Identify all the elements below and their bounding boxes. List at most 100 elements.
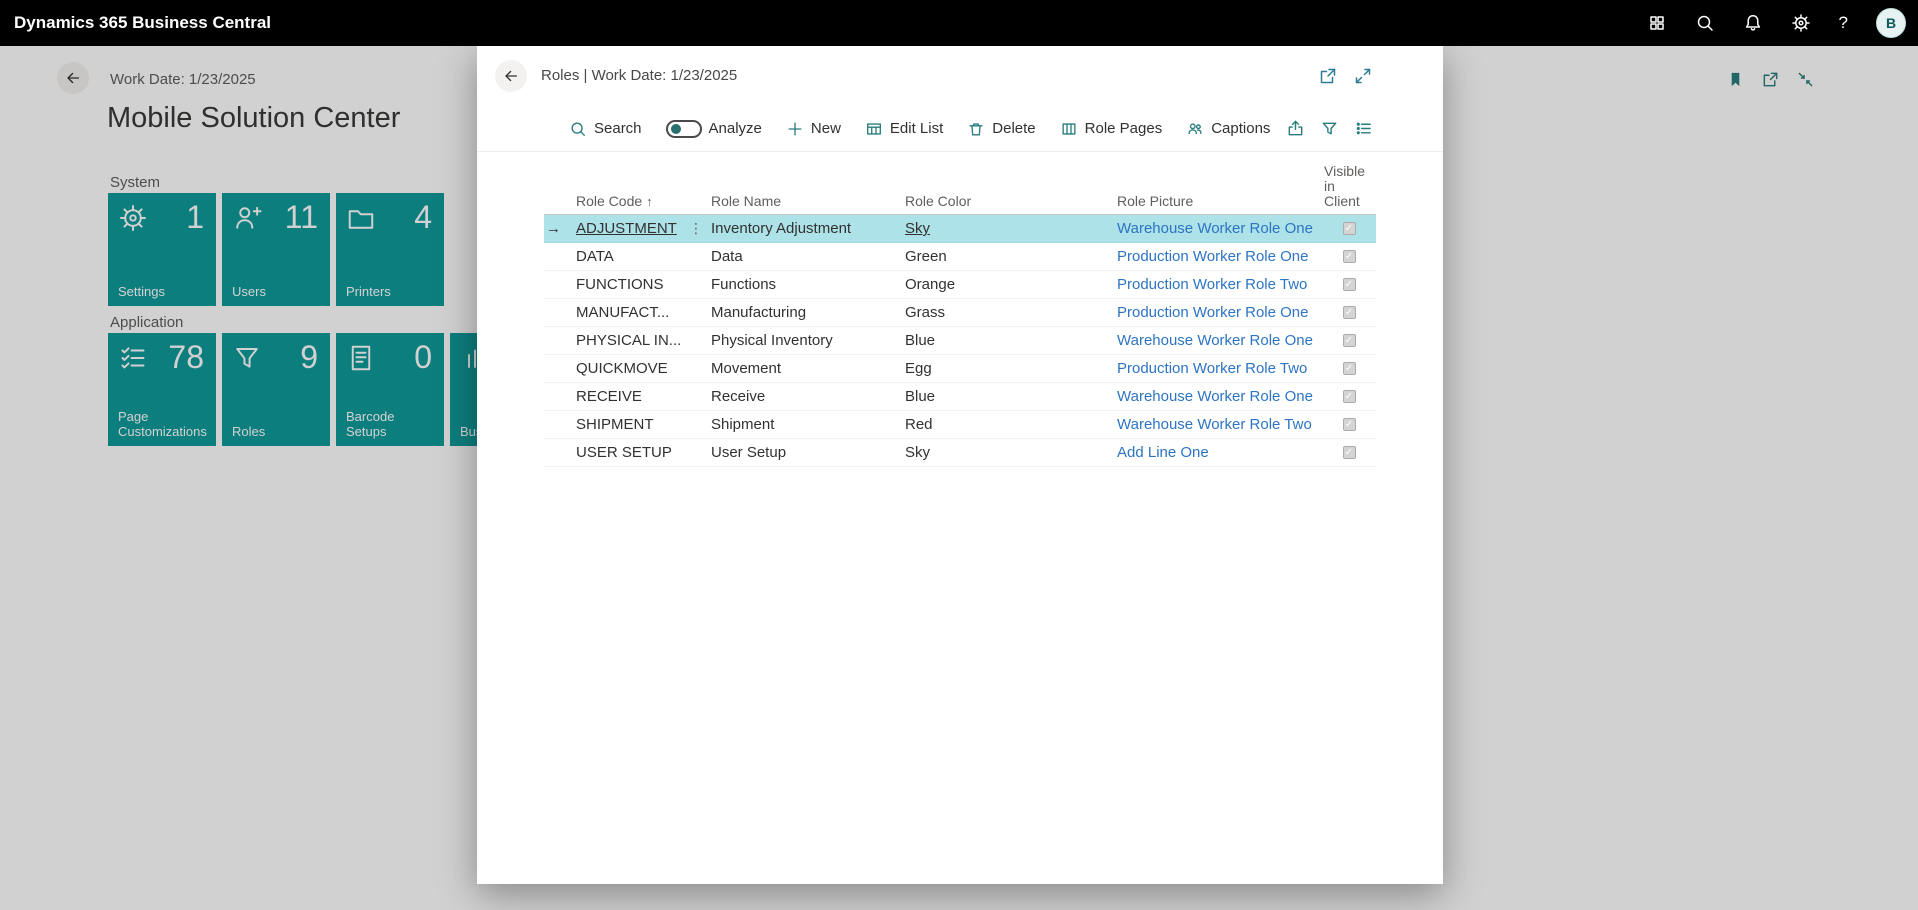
gear-icon[interactable]	[1791, 13, 1811, 33]
role-picture-link[interactable]: Warehouse Worker Role One	[1113, 215, 1322, 242]
role-code-cell[interactable]: SHIPMENT	[572, 411, 707, 438]
role-color-cell[interactable]: Blue	[901, 383, 1113, 410]
role-name-cell[interactable]: Functions	[707, 271, 901, 298]
role-name-cell[interactable]: Inventory Adjustment	[707, 215, 901, 242]
table-row[interactable]: FUNCTIONS Functions Orange Production Wo…	[544, 271, 1376, 299]
role-color-cell[interactable]: Red	[901, 411, 1113, 438]
role-code-cell[interactable]: RECEIVE	[572, 383, 707, 410]
visible-checkbox-cell: ✓	[1322, 411, 1376, 438]
edit-list-label: Edit List	[890, 120, 943, 137]
new-button[interactable]: New	[786, 120, 841, 138]
table-row[interactable]: SHIPMENT Shipment Red Warehouse Worker R…	[544, 411, 1376, 439]
header-role-code[interactable]: Role Code↑	[572, 164, 707, 214]
delete-label: Delete	[992, 120, 1035, 137]
table-header-row: Role Code↑ Role Name Role Color Role Pic…	[544, 164, 1376, 215]
role-picture-link[interactable]: Production Worker Role Two	[1113, 355, 1322, 382]
action-bar: Search Analyze New Edit List Delete	[477, 106, 1443, 152]
role-picture-link[interactable]: Production Worker Role Two	[1113, 271, 1322, 298]
table-row[interactable]: QUICKMOVE Movement Egg Production Worker…	[544, 355, 1376, 383]
role-name-cell[interactable]: User Setup	[707, 439, 901, 466]
visible-checkbox-cell: ✓	[1322, 439, 1376, 466]
visible-checkbox: ✓	[1343, 334, 1356, 347]
dialog-header-icons	[1318, 66, 1373, 86]
role-code-cell[interactable]: MANUFACT...	[572, 299, 707, 326]
open-in-new-window-icon[interactable]	[1318, 66, 1338, 86]
share-icon[interactable]	[1286, 119, 1305, 138]
role-color-cell[interactable]: Sky	[901, 439, 1113, 466]
role-picture-link[interactable]: Warehouse Worker Role One	[1113, 383, 1322, 410]
roles-table: Role Code↑ Role Name Role Color Role Pic…	[544, 164, 1376, 467]
people-icon	[1186, 120, 1204, 138]
delete-button[interactable]: Delete	[967, 120, 1035, 138]
role-name-cell[interactable]: Physical Inventory	[707, 327, 901, 354]
table-row[interactable]: → ADJUSTMENT⋮ Inventory Adjustment Sky W…	[544, 215, 1376, 243]
visible-checkbox-cell: ✓	[1322, 327, 1376, 354]
bell-icon[interactable]	[1743, 13, 1763, 33]
role-name-cell[interactable]: Movement	[707, 355, 901, 382]
header-role-name[interactable]: Role Name	[707, 164, 901, 214]
role-picture-link[interactable]: Warehouse Worker Role One	[1113, 327, 1322, 354]
role-pages-button[interactable]: Role Pages	[1060, 120, 1163, 138]
edit-list-icon	[865, 120, 883, 138]
analyze-toggle[interactable]	[666, 120, 702, 138]
trash-icon	[967, 120, 985, 138]
visible-checkbox-cell: ✓	[1322, 243, 1376, 270]
help-icon[interactable]: ?	[1839, 13, 1848, 33]
account-avatar[interactable]: B	[1876, 8, 1906, 38]
search-button[interactable]: Search	[569, 120, 642, 138]
row-selector-cell	[544, 271, 572, 298]
row-selector-cell	[544, 299, 572, 326]
row-options-icon[interactable]: ⋮	[689, 215, 703, 242]
dialog-back-button[interactable]	[495, 60, 527, 92]
role-name-cell[interactable]: Shipment	[707, 411, 901, 438]
dialog-header: Roles | Work Date: 1/23/2025	[477, 46, 1443, 106]
apps-icon[interactable]	[1647, 13, 1667, 33]
role-name-cell[interactable]: Manufacturing	[707, 299, 901, 326]
search-label: Search	[594, 120, 642, 137]
role-picture-link[interactable]: Warehouse Worker Role Two	[1113, 411, 1322, 438]
roles-dialog: Roles | Work Date: 1/23/2025 Search Anal…	[477, 46, 1443, 884]
role-name-cell[interactable]: Receive	[707, 383, 901, 410]
app-title[interactable]: Dynamics 365 Business Central	[0, 13, 271, 33]
search-icon[interactable]	[1695, 13, 1715, 33]
selected-row-arrow-icon: →	[546, 220, 561, 237]
filter-icon[interactable]	[1320, 119, 1339, 138]
role-color-cell[interactable]: Egg	[901, 355, 1113, 382]
row-selector-cell	[544, 439, 572, 466]
header-role-color[interactable]: Role Color	[901, 164, 1113, 214]
table-row[interactable]: RECEIVE Receive Blue Warehouse Worker Ro…	[544, 383, 1376, 411]
table-row[interactable]: USER SETUP User Setup Sky Add Line One ✓	[544, 439, 1376, 467]
row-selector-cell	[544, 355, 572, 382]
role-code-cell[interactable]: DATA	[572, 243, 707, 270]
role-code-cell[interactable]: PHYSICAL IN...	[572, 327, 707, 354]
new-label: New	[811, 120, 841, 137]
table-row[interactable]: MANUFACT... Manufacturing Grass Producti…	[544, 299, 1376, 327]
role-color-cell[interactable]: Sky	[901, 215, 1113, 242]
header-role-picture[interactable]: Role Picture	[1113, 164, 1322, 214]
visible-checkbox-cell: ✓	[1322, 299, 1376, 326]
role-code-cell[interactable]: FUNCTIONS	[572, 271, 707, 298]
role-code-cell[interactable]: USER SETUP	[572, 439, 707, 466]
row-selector-cell: →	[544, 215, 572, 242]
row-selector-cell	[544, 383, 572, 410]
role-picture-link[interactable]: Add Line One	[1113, 439, 1322, 466]
role-code-cell[interactable]: QUICKMOVE	[572, 355, 707, 382]
table-row[interactable]: DATA Data Green Production Worker Role O…	[544, 243, 1376, 271]
role-code-cell[interactable]: ADJUSTMENT⋮	[572, 215, 707, 242]
captions-button[interactable]: Captions	[1186, 120, 1270, 138]
visible-checkbox: ✓	[1343, 306, 1356, 319]
edit-list-button[interactable]: Edit List	[865, 120, 943, 138]
expand-icon[interactable]	[1353, 66, 1373, 86]
role-picture-link[interactable]: Production Worker Role One	[1113, 243, 1322, 270]
role-color-cell[interactable]: Grass	[901, 299, 1113, 326]
role-color-cell[interactable]: Orange	[901, 271, 1113, 298]
header-visible-in-client[interactable]: Visible in Client	[1322, 164, 1376, 214]
role-color-cell[interactable]: Blue	[901, 327, 1113, 354]
table-row[interactable]: PHYSICAL IN... Physical Inventory Blue W…	[544, 327, 1376, 355]
role-pages-label: Role Pages	[1085, 120, 1163, 137]
search-icon	[569, 120, 587, 138]
role-color-cell[interactable]: Green	[901, 243, 1113, 270]
role-picture-link[interactable]: Production Worker Role One	[1113, 299, 1322, 326]
list-view-icon[interactable]	[1354, 119, 1373, 138]
role-name-cell[interactable]: Data	[707, 243, 901, 270]
